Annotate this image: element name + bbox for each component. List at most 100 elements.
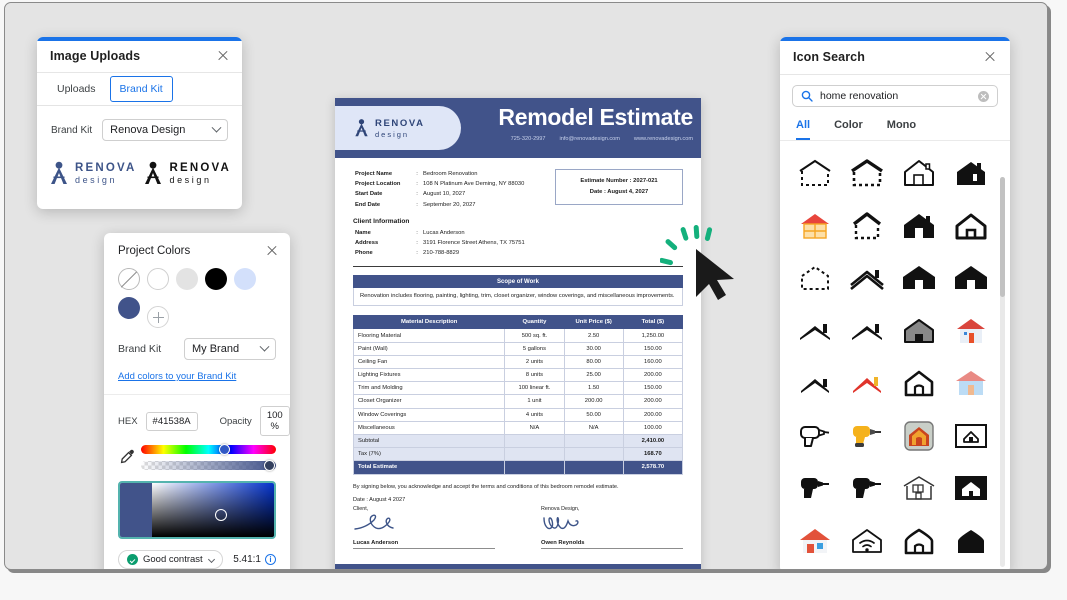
color-swatch-list: [104, 257, 290, 328]
house-line-windows-icon[interactable]: [894, 464, 944, 512]
search-icon: [801, 90, 813, 102]
icon-search-field-wrap: home renovation: [780, 75, 1010, 113]
house-solid-door-icon[interactable]: [894, 202, 944, 250]
house-inverted-badge-icon[interactable]: [946, 464, 996, 512]
scrollbar-thumb[interactable]: [1000, 177, 1005, 297]
swatch-pale-blue[interactable]: [234, 268, 256, 290]
my-brand-select[interactable]: My Brand: [184, 338, 276, 360]
drill-outline-icon[interactable]: [790, 412, 840, 460]
house-color-red-roof-icon[interactable]: [790, 202, 840, 250]
saturation-gradient[interactable]: [152, 483, 274, 537]
total-label: Total Estimate: [352, 460, 506, 475]
hue-slider[interactable]: [141, 444, 276, 455]
house-home-outline-icon[interactable]: [894, 359, 944, 407]
house-solid-chimney-icon[interactable]: [946, 149, 996, 197]
scope-of-work-text: Renovation includes flooring, painting, …: [353, 287, 683, 306]
th-quantity: Quantity: [504, 314, 565, 330]
house-solid-wide-icon[interactable]: [894, 254, 944, 302]
drill-solid-icon[interactable]: [790, 464, 840, 512]
swatch-no-color[interactable]: [118, 268, 140, 290]
house-gray-door-icon[interactable]: [894, 307, 944, 355]
alpha-slider-knob[interactable]: [263, 460, 275, 471]
signature-name: Owen Reynolds: [541, 539, 585, 546]
house-dashed-pentagon-icon[interactable]: [790, 254, 840, 302]
add-color-button[interactable]: [147, 306, 169, 328]
chevron-down-icon: [259, 341, 270, 352]
swatch-white[interactable]: [147, 268, 169, 290]
cell-total: 1,250.00: [622, 328, 684, 343]
swatch-navy-blue[interactable]: [118, 297, 140, 319]
house-thick-outline-door-icon[interactable]: [946, 202, 996, 250]
tab-color[interactable]: Color: [834, 119, 863, 140]
tab-brand-kit[interactable]: Brand Kit: [109, 76, 173, 102]
drill-solid-2-icon[interactable]: [842, 464, 892, 512]
drill-color-yellow-icon[interactable]: [842, 412, 892, 460]
cell-total: 160.00: [622, 354, 684, 370]
swatch-light-gray[interactable]: [176, 268, 198, 290]
house-solid-wide-2-icon[interactable]: [946, 254, 996, 302]
roof-solid-chimney-2-icon[interactable]: [842, 307, 892, 355]
hue-slider-knob[interactable]: [219, 444, 231, 455]
house-roof-outline-dashed-icon[interactable]: [842, 202, 892, 250]
house-arch-outline-icon[interactable]: [894, 517, 944, 565]
cell-material: Window Coverings: [352, 407, 506, 422]
brand-kit-select[interactable]: Renova Design: [102, 119, 228, 141]
tax-row: Tax (7%) 168.70: [352, 447, 684, 462]
add-colors-link[interactable]: Add colors to your Brand Kit: [104, 360, 290, 394]
roof-red-yellow-icon[interactable]: [842, 359, 892, 407]
alpha-slider[interactable]: [141, 460, 276, 471]
document-title-block: Remodel Estimate 725-320-2997 info@renov…: [438, 104, 693, 142]
roof-peak-chimney-2-icon[interactable]: [790, 359, 840, 407]
roof-peak-chimney-icon[interactable]: [790, 307, 840, 355]
house-arch-solid-icon[interactable]: [946, 517, 996, 565]
house-outline-door-icon[interactable]: [894, 149, 944, 197]
tab-mono[interactable]: Mono: [887, 119, 916, 140]
slider-stack: [141, 444, 276, 471]
swatch-black[interactable]: [205, 268, 227, 290]
contrast-ratio-group: 5.41:1 i: [233, 554, 276, 565]
cell-total: 200.00: [622, 394, 684, 409]
logo-renova-black[interactable]: RENOVA design: [142, 161, 233, 187]
tax-value: 168.70: [622, 447, 684, 462]
tab-uploads[interactable]: Uploads: [47, 76, 106, 102]
cell-material: Flooring Material: [352, 328, 506, 343]
house-color-blue-icon[interactable]: [946, 359, 996, 407]
contrast-status-badge[interactable]: Good contrast: [118, 550, 223, 569]
tax-label: Tax (7%): [352, 447, 506, 462]
cell-unit-price: 1.50: [563, 381, 624, 396]
opacity-input[interactable]: 100 %: [259, 406, 290, 436]
client-value: Lucas Anderson: [423, 229, 465, 236]
image-uploads-header: Image Uploads: [37, 41, 242, 73]
cell-total: 150.00: [622, 341, 684, 356]
saturation-value-picker[interactable]: [118, 481, 276, 539]
hex-input[interactable]: #41538A: [145, 411, 198, 431]
roof-outline-chimney-icon[interactable]: [842, 254, 892, 302]
contrast-status-label: Good contrast: [143, 554, 203, 565]
logo-renova-blue[interactable]: RENOVA design: [47, 161, 138, 187]
clear-search-icon[interactable]: [978, 90, 989, 102]
table-row: Trim and Molding 100 linear ft. 1.50 150.00: [352, 381, 684, 396]
table-row: Ceiling Fan 2 units 80.00 160.00: [352, 354, 684, 370]
document-footer-bar: [335, 564, 701, 569]
document-logo-line1: RENOVA: [375, 117, 425, 129]
house-framed-icon[interactable]: [946, 412, 996, 460]
close-icon[interactable]: [216, 49, 230, 63]
house-roof-solid-dashed-icon[interactable]: [842, 149, 892, 197]
search-input-value[interactable]: home renovation: [820, 90, 971, 102]
house-color-red-roof-door-icon[interactable]: [946, 307, 996, 355]
info-icon[interactable]: i: [265, 554, 276, 565]
estimate-document[interactable]: RENOVA design Remodel Estimate 725-320-2…: [335, 98, 701, 569]
tab-all[interactable]: All: [796, 119, 811, 140]
search-input[interactable]: home renovation: [792, 85, 998, 107]
house-outline-dashed-icon[interactable]: [790, 149, 840, 197]
eyedropper-icon[interactable]: [118, 448, 134, 468]
close-icon[interactable]: [983, 50, 997, 64]
house-color-orange-blue-icon[interactable]: [790, 517, 840, 565]
icon-grid-scrollbar[interactable]: [1000, 177, 1005, 567]
picker-cursor[interactable]: [215, 508, 228, 521]
house-app-icon[interactable]: [894, 412, 944, 460]
house-wifi-icon[interactable]: [842, 517, 892, 565]
icon-search-title: Icon Search: [793, 50, 865, 64]
signature-block-company: Renova Design, Owen Reynolds: [541, 506, 683, 549]
close-icon[interactable]: [265, 244, 279, 258]
